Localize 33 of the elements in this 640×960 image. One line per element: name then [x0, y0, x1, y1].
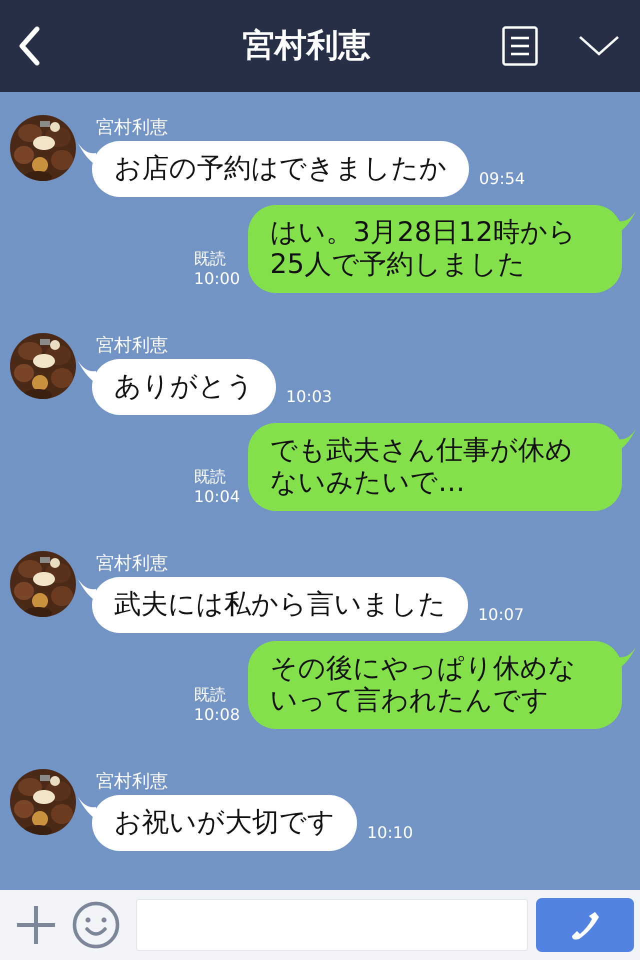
message-bubble: お祝いが大切です: [92, 795, 357, 851]
message-bubble: お店の予約はできましたか: [92, 141, 469, 197]
sender-name: 宮村利恵: [96, 116, 169, 140]
bubble-tail: [618, 429, 636, 451]
message-bubble: 武夫には私から言いました: [92, 577, 468, 633]
chat-title: 宮村利恵: [242, 25, 372, 66]
read-receipt: 既読: [194, 685, 227, 705]
back-icon[interactable]: [17, 26, 41, 66]
message-bubble: はい。3月28日12時から25人で予約しました: [248, 205, 622, 293]
message-bubble: でも武夫さん仕事が休めないみたいで…: [248, 423, 622, 511]
message-time: 10:03: [286, 387, 332, 407]
read-receipt: 既読: [194, 467, 227, 487]
sender-name: 宮村利恵: [96, 552, 169, 576]
message-input[interactable]: [136, 899, 528, 951]
message-bubble: ありがとう: [92, 359, 276, 415]
message-time: 10:07: [478, 605, 524, 625]
message-bubble: その後にやっぱり休めないって言われたんです: [248, 641, 622, 729]
message-time: 10:00: [194, 269, 240, 289]
chevron-down-icon[interactable]: [578, 34, 620, 58]
plus-icon[interactable]: [16, 905, 56, 945]
message-time: 10:10: [367, 823, 414, 843]
message-time: 10:08: [194, 705, 240, 725]
bubble-tail: [618, 647, 636, 669]
call-button[interactable]: [536, 898, 634, 952]
bubble-tail: [618, 211, 636, 233]
read-receipt: 既読: [194, 249, 227, 269]
phone-icon: [569, 909, 601, 941]
message-time: 10:04: [194, 487, 240, 507]
notes-icon[interactable]: [502, 26, 538, 66]
message-time: 09:54: [479, 169, 526, 189]
sender-name: 宮村利恵: [96, 770, 169, 794]
sender-name: 宮村利恵: [96, 334, 169, 358]
smiley-icon[interactable]: [72, 901, 120, 949]
